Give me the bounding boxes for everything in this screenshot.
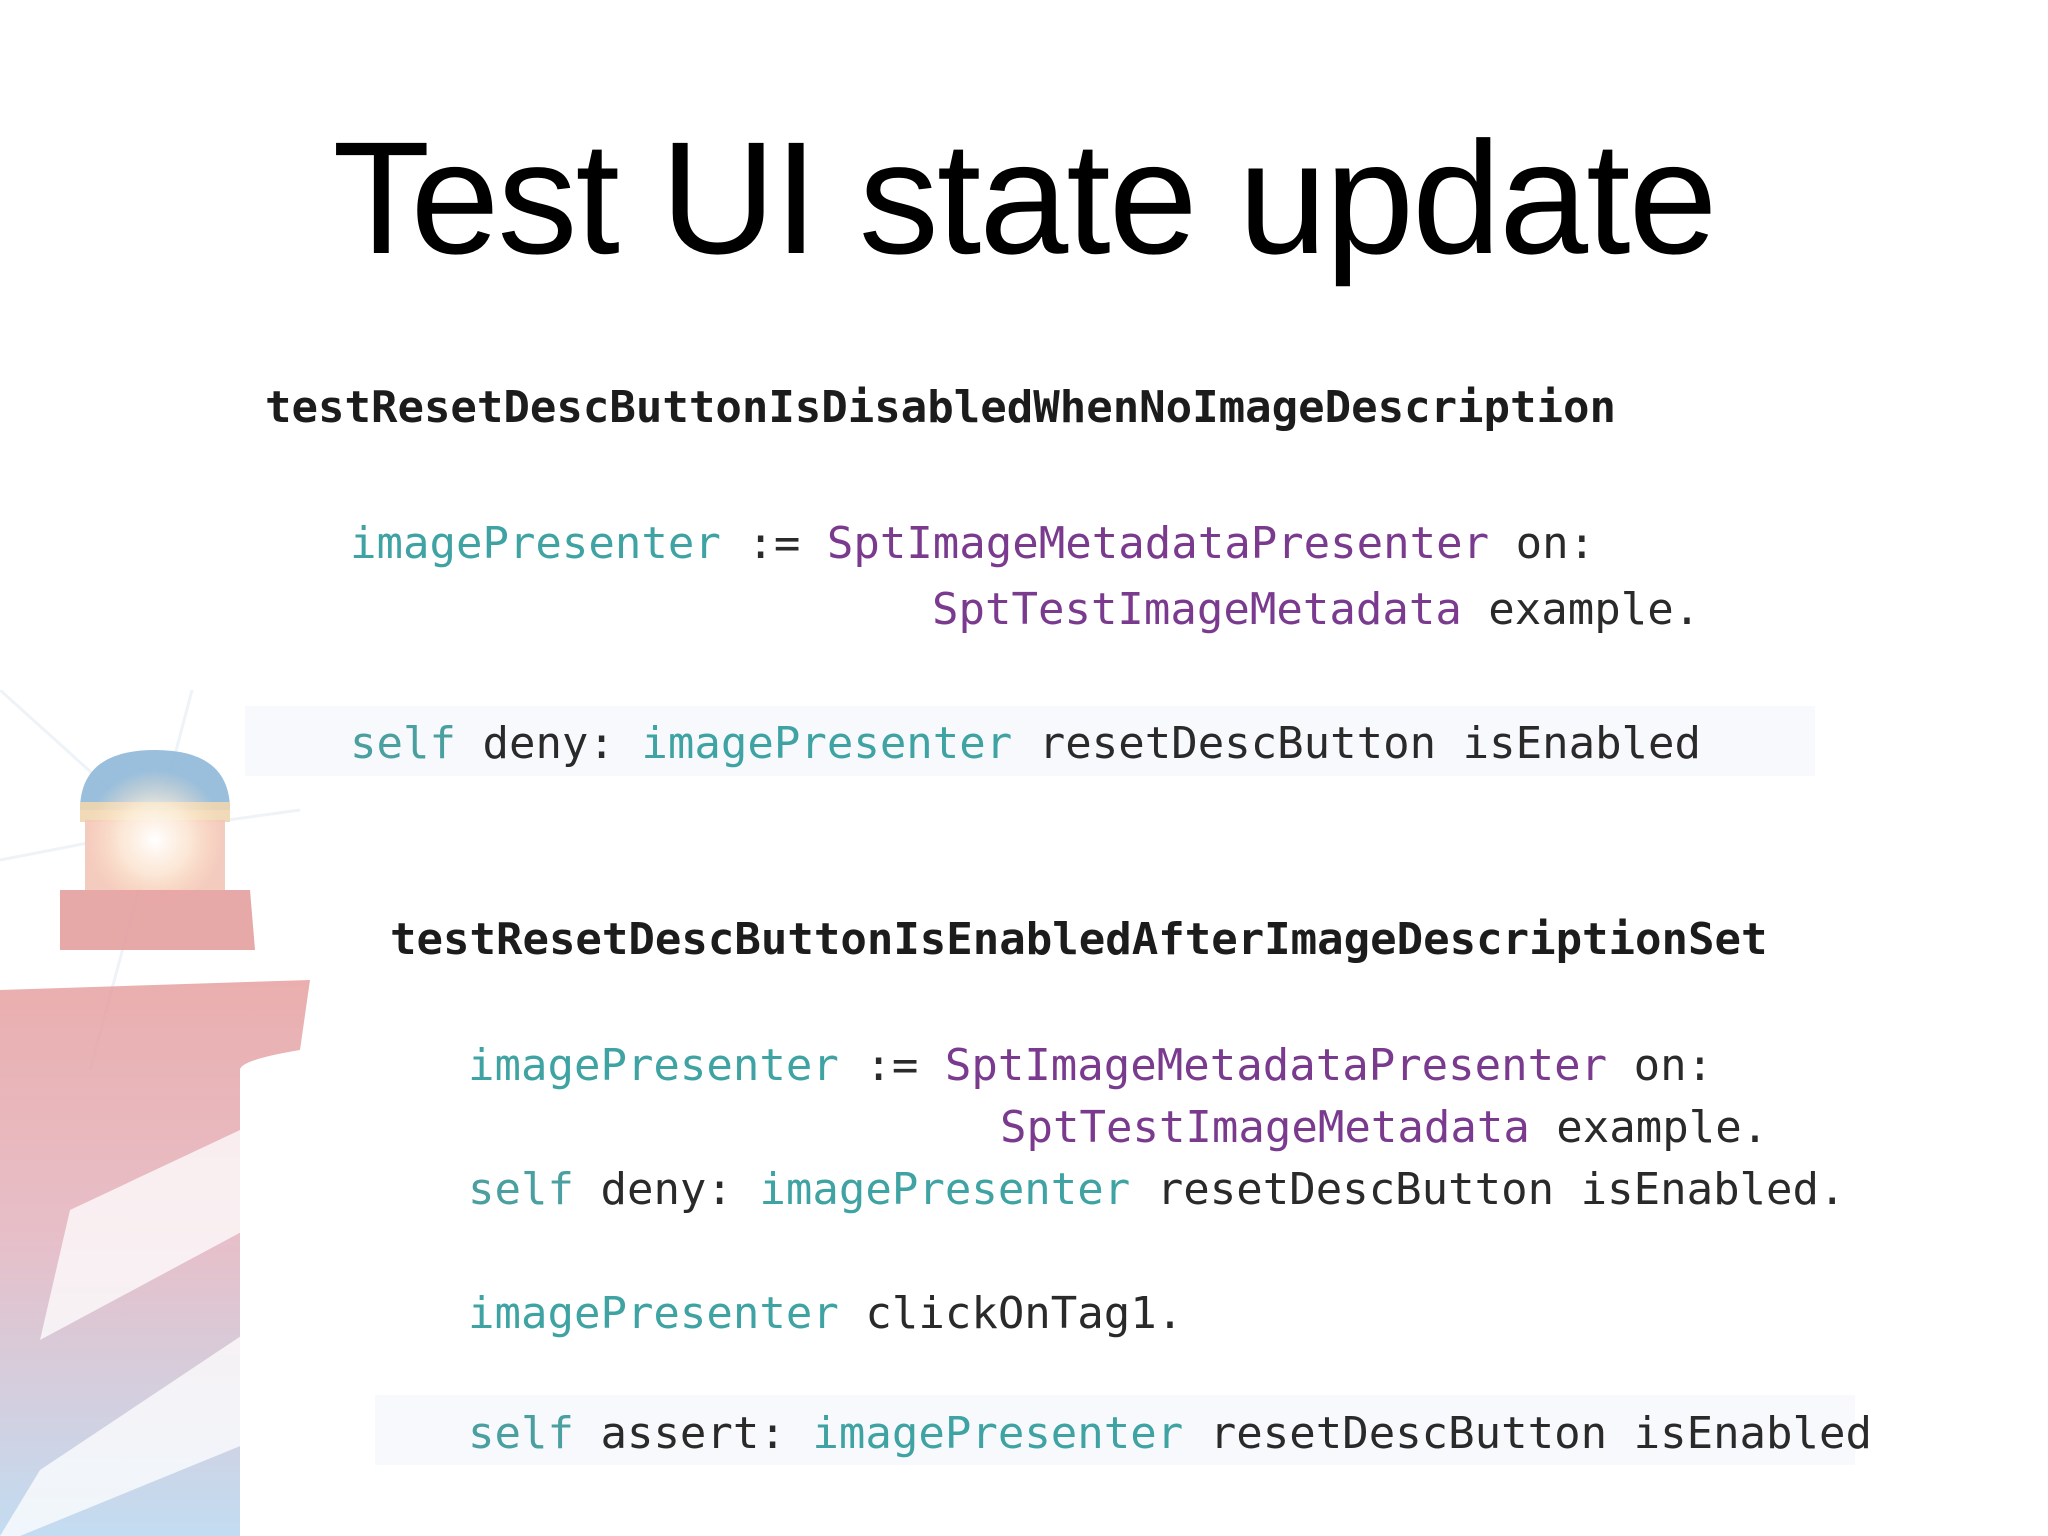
code-class: SptImageMetadataPresenter — [944, 1040, 1608, 1091]
code-msg: clickOnTag1. — [838, 1288, 1184, 1339]
code-op: := — [838, 1040, 945, 1091]
code-msg: deny: — [573, 1164, 760, 1215]
code-var: imagePresenter — [641, 718, 1013, 769]
code-msg: deny: — [455, 718, 642, 769]
code-msg: resetDescButton isEnabled — [1012, 718, 1702, 769]
code-line: self deny: imagePresenter resetDescButto… — [350, 722, 1701, 766]
code-var: imagePresenter — [468, 1040, 839, 1091]
code-keyword: self — [350, 718, 456, 769]
code-line: imagePresenter := SptImageMetadataPresen… — [468, 1044, 1713, 1088]
code-line: imagePresenter := SptImageMetadataPresen… — [350, 522, 1595, 566]
code-keyword: self — [468, 1408, 574, 1459]
test-method-name: testResetDescButtonIsDisabledWhenNoImage… — [265, 382, 1617, 433]
code-op: := — [720, 518, 827, 569]
lighthouse-logo — [0, 690, 310, 1536]
code-class: SptTestImageMetadata — [1000, 1102, 1530, 1153]
code-keyword: self — [468, 1164, 574, 1215]
code-msg: assert: — [573, 1408, 813, 1459]
code-class: SptTestImageMetadata — [932, 584, 1462, 635]
code-msg: example. — [1461, 584, 1701, 635]
code-line: SptTestImageMetadata example. — [932, 588, 1700, 632]
code-line: SptTestImageMetadata example. — [1000, 1106, 1768, 1150]
code-msg: example. — [1529, 1102, 1769, 1153]
code-line: self assert: imagePresenter resetDescBut… — [468, 1412, 1872, 1456]
code-line: self deny: imagePresenter resetDescButto… — [468, 1168, 1846, 1212]
code-msg: resetDescButton isEnabled — [1183, 1408, 1873, 1459]
code-line: imagePresenter clickOnTag1. — [468, 1292, 1183, 1336]
code-class: SptImageMetadataPresenter — [826, 518, 1490, 569]
code-var: imagePresenter — [350, 518, 721, 569]
slide-title: Test UI state update — [332, 108, 1717, 287]
code-var: imagePresenter — [468, 1288, 839, 1339]
test-method-name: testResetDescButtonIsEnabledAfterImageDe… — [390, 914, 1768, 965]
code-msg: on: — [1489, 518, 1596, 569]
code-var: imagePresenter — [759, 1164, 1131, 1215]
code-msg: on: — [1607, 1040, 1714, 1091]
code-msg: resetDescButton isEnabled. — [1130, 1164, 1846, 1215]
code-var: imagePresenter — [812, 1408, 1184, 1459]
